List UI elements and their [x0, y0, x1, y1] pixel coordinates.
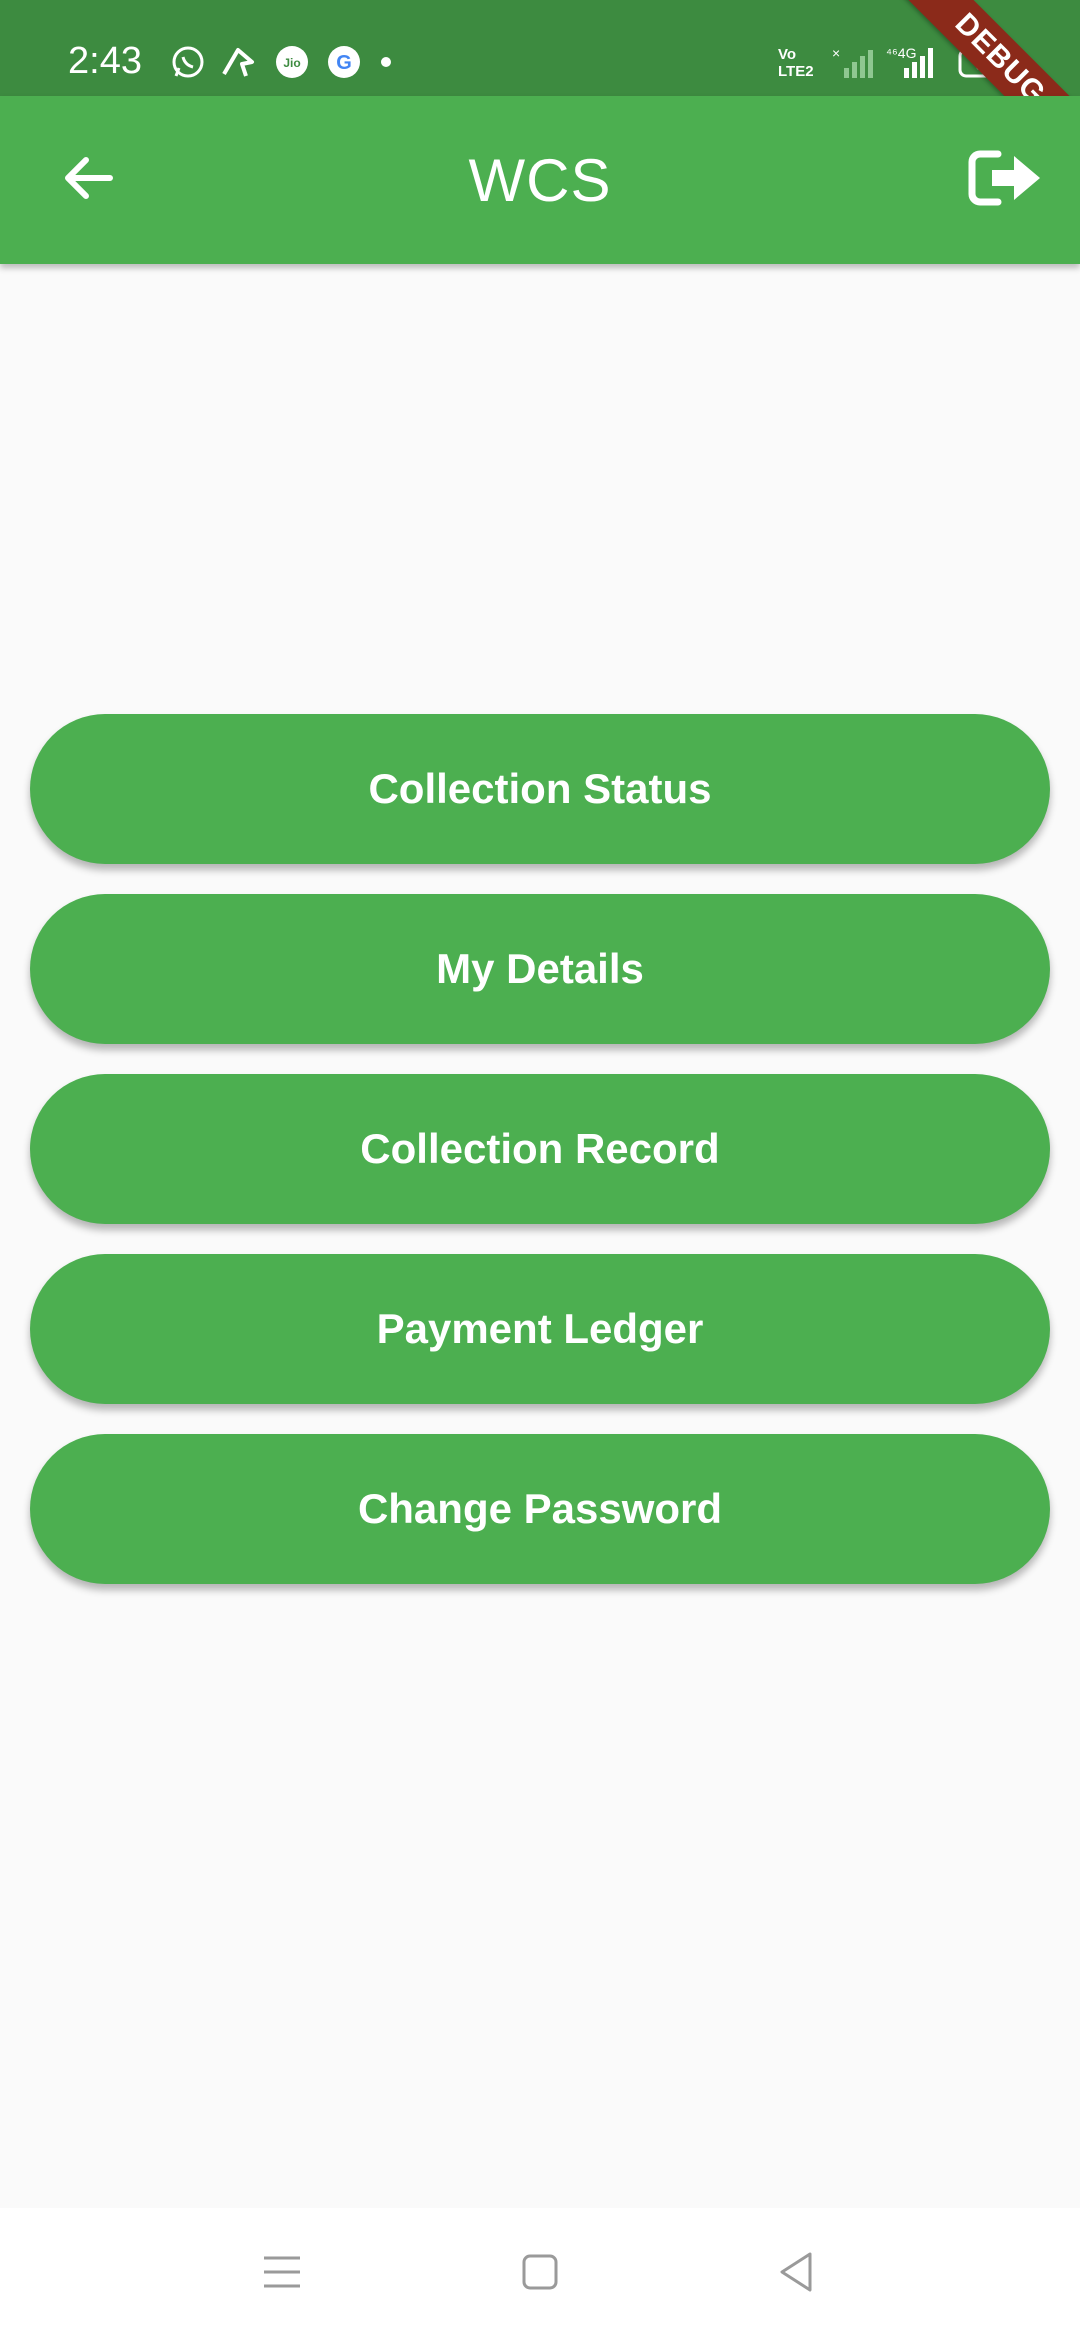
payment-ledger-button[interactable]: Payment Ledger	[30, 1254, 1050, 1404]
signal-4g-icon: ⁴⁶4G	[886, 44, 942, 80]
my-details-button[interactable]: My Details	[30, 894, 1050, 1044]
main-menu: Collection Status My Details Collection …	[30, 714, 1050, 1614]
svg-text:×: ×	[832, 45, 840, 61]
back-triangle-icon	[774, 2248, 818, 2301]
google-icon: G	[326, 44, 362, 80]
recent-apps-button[interactable]	[252, 2244, 312, 2304]
svg-text:Vo: Vo	[778, 46, 796, 63]
collection-record-button[interactable]: Collection Record	[30, 1074, 1050, 1224]
system-back-button[interactable]	[766, 2244, 826, 2304]
status-bar: 2:43 Jio G VoLTE2 × ⁴⁶4G 33	[0, 0, 1080, 96]
svg-text:G: G	[336, 52, 352, 74]
status-time: 2:43	[68, 40, 142, 82]
signal-no-service-icon: ×	[830, 44, 880, 80]
home-button[interactable]	[510, 2244, 570, 2304]
screen: 2:43 Jio G VoLTE2 × ⁴⁶4G 33 DEBUG	[0, 0, 1080, 2340]
logout-button[interactable]	[960, 140, 1050, 220]
dot-icon	[376, 44, 412, 80]
app-notification-icon	[220, 44, 256, 80]
change-password-button[interactable]: Change Password	[30, 1434, 1050, 1584]
svg-text:Jio: Jio	[283, 56, 300, 70]
svg-text:⁴⁶4G: ⁴⁶4G	[886, 45, 916, 61]
home-square-icon	[518, 2250, 562, 2299]
app-bar: WCS	[0, 96, 1080, 264]
menu-icon	[260, 2252, 304, 2297]
logout-icon	[968, 148, 1042, 213]
svg-text:LTE2: LTE2	[778, 63, 814, 80]
whatsapp-icon	[170, 44, 206, 80]
system-navigation-bar	[0, 2208, 1080, 2340]
collection-status-button[interactable]: Collection Status	[30, 714, 1050, 864]
volte-icon: Vo LTE2	[776, 44, 820, 80]
page-title: WCS	[468, 147, 612, 214]
jio-icon: Jio	[274, 44, 310, 80]
